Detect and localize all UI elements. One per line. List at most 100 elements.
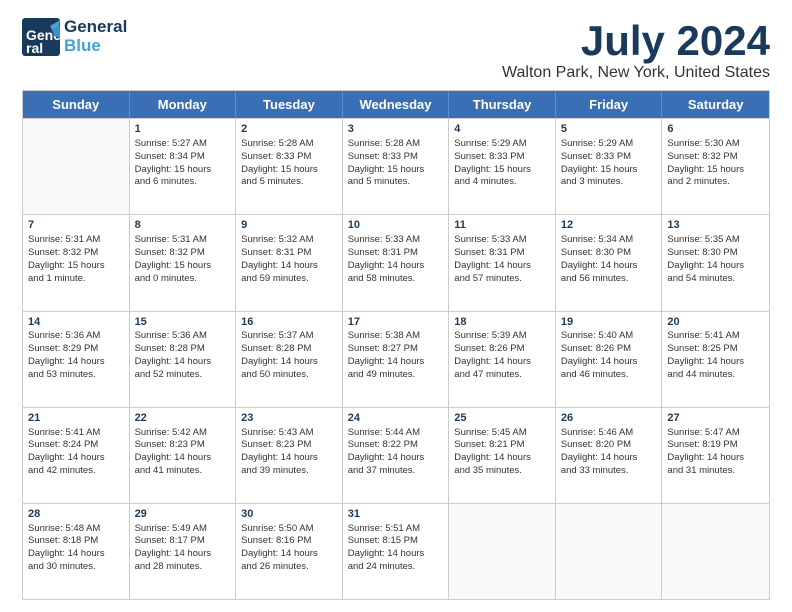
day-number: 23 <box>241 411 337 426</box>
day-cell-30: 30Sunrise: 5:50 AMSunset: 8:16 PMDayligh… <box>236 504 343 599</box>
day-info: Sunrise: 5:43 AM <box>241 427 337 440</box>
empty-cell <box>556 504 663 599</box>
day-cell-19: 19Sunrise: 5:40 AMSunset: 8:26 PMDayligh… <box>556 312 663 407</box>
day-info: Sunset: 8:30 PM <box>667 247 764 260</box>
day-info: Sunset: 8:29 PM <box>28 343 124 356</box>
day-number: 30 <box>241 507 337 522</box>
day-cell-29: 29Sunrise: 5:49 AMSunset: 8:17 PMDayligh… <box>130 504 237 599</box>
day-number: 6 <box>667 122 764 137</box>
day-number: 11 <box>454 218 550 233</box>
header-day-monday: Monday <box>130 91 237 118</box>
day-info: Sunrise: 5:44 AM <box>348 427 444 440</box>
day-info: Sunset: 8:31 PM <box>241 247 337 260</box>
day-info: and 5 minutes. <box>348 176 444 189</box>
day-info: Daylight: 14 hours <box>561 260 657 273</box>
day-info: Sunset: 8:32 PM <box>135 247 231 260</box>
day-number: 16 <box>241 315 337 330</box>
header: Gene ral General Blue July 2024 Walton P… <box>22 18 770 82</box>
day-info: Sunrise: 5:27 AM <box>135 138 231 151</box>
calendar-week-3: 14Sunrise: 5:36 AMSunset: 8:29 PMDayligh… <box>23 311 769 407</box>
day-info: Sunrise: 5:35 AM <box>667 234 764 247</box>
day-info: and 37 minutes. <box>348 465 444 478</box>
day-cell-27: 27Sunrise: 5:47 AMSunset: 8:19 PMDayligh… <box>662 408 769 503</box>
day-info: and 50 minutes. <box>241 369 337 382</box>
day-info: and 30 minutes. <box>28 561 124 574</box>
day-cell-13: 13Sunrise: 5:35 AMSunset: 8:30 PMDayligh… <box>662 215 769 310</box>
day-cell-18: 18Sunrise: 5:39 AMSunset: 8:26 PMDayligh… <box>449 312 556 407</box>
day-info: Daylight: 14 hours <box>241 356 337 369</box>
day-info: Sunset: 8:27 PM <box>348 343 444 356</box>
day-info: and 39 minutes. <box>241 465 337 478</box>
day-info: and 33 minutes. <box>561 465 657 478</box>
day-info: Sunset: 8:30 PM <box>561 247 657 260</box>
day-info: Daylight: 14 hours <box>348 548 444 561</box>
day-cell-31: 31Sunrise: 5:51 AMSunset: 8:15 PMDayligh… <box>343 504 450 599</box>
day-info: and 56 minutes. <box>561 273 657 286</box>
day-info: Daylight: 14 hours <box>135 356 231 369</box>
day-info: and 52 minutes. <box>135 369 231 382</box>
day-info: Sunrise: 5:33 AM <box>348 234 444 247</box>
day-cell-25: 25Sunrise: 5:45 AMSunset: 8:21 PMDayligh… <box>449 408 556 503</box>
day-info: and 53 minutes. <box>28 369 124 382</box>
day-cell-6: 6Sunrise: 5:30 AMSunset: 8:32 PMDaylight… <box>662 119 769 214</box>
empty-cell <box>662 504 769 599</box>
day-info: and 44 minutes. <box>667 369 764 382</box>
logo-line2: Blue <box>64 37 127 56</box>
logo-line1: General <box>64 18 127 37</box>
day-info: Sunset: 8:20 PM <box>561 439 657 452</box>
header-day-wednesday: Wednesday <box>343 91 450 118</box>
day-info: Sunrise: 5:36 AM <box>135 330 231 343</box>
page: Gene ral General Blue July 2024 Walton P… <box>0 0 792 612</box>
day-info: Sunrise: 5:36 AM <box>28 330 124 343</box>
day-info: and 46 minutes. <box>561 369 657 382</box>
day-info: Daylight: 14 hours <box>241 548 337 561</box>
day-info: Sunset: 8:33 PM <box>561 151 657 164</box>
day-info: Daylight: 14 hours <box>667 356 764 369</box>
header-day-friday: Friday <box>556 91 663 118</box>
header-day-saturday: Saturday <box>662 91 769 118</box>
day-info: Daylight: 14 hours <box>28 356 124 369</box>
day-info: Daylight: 15 hours <box>28 260 124 273</box>
day-info: and 54 minutes. <box>667 273 764 286</box>
day-number: 9 <box>241 218 337 233</box>
day-number: 21 <box>28 411 124 426</box>
day-info: and 24 minutes. <box>348 561 444 574</box>
day-info: Daylight: 14 hours <box>135 548 231 561</box>
day-info: and 0 minutes. <box>135 273 231 286</box>
day-cell-8: 8Sunrise: 5:31 AMSunset: 8:32 PMDaylight… <box>130 215 237 310</box>
header-day-sunday: Sunday <box>23 91 130 118</box>
calendar: SundayMondayTuesdayWednesdayThursdayFrid… <box>22 90 770 600</box>
day-info: Daylight: 15 hours <box>561 164 657 177</box>
day-info: Sunset: 8:34 PM <box>135 151 231 164</box>
day-info: Sunrise: 5:31 AM <box>28 234 124 247</box>
day-info: Sunrise: 5:33 AM <box>454 234 550 247</box>
day-info: Sunset: 8:33 PM <box>454 151 550 164</box>
day-info: Sunset: 8:24 PM <box>28 439 124 452</box>
day-cell-4: 4Sunrise: 5:29 AMSunset: 8:33 PMDaylight… <box>449 119 556 214</box>
day-number: 10 <box>348 218 444 233</box>
day-number: 27 <box>667 411 764 426</box>
day-info: and 42 minutes. <box>28 465 124 478</box>
day-info: Daylight: 14 hours <box>454 452 550 465</box>
day-cell-26: 26Sunrise: 5:46 AMSunset: 8:20 PMDayligh… <box>556 408 663 503</box>
day-info: Sunset: 8:18 PM <box>28 535 124 548</box>
day-info: Sunset: 8:26 PM <box>561 343 657 356</box>
day-number: 1 <box>135 122 231 137</box>
day-info: Sunrise: 5:46 AM <box>561 427 657 440</box>
day-info: Sunrise: 5:48 AM <box>28 523 124 536</box>
day-cell-12: 12Sunrise: 5:34 AMSunset: 8:30 PMDayligh… <box>556 215 663 310</box>
day-info: Sunrise: 5:47 AM <box>667 427 764 440</box>
day-number: 8 <box>135 218 231 233</box>
day-info: Daylight: 14 hours <box>28 452 124 465</box>
day-info: Sunset: 8:33 PM <box>241 151 337 164</box>
day-number: 19 <box>561 315 657 330</box>
calendar-body: 1Sunrise: 5:27 AMSunset: 8:34 PM Daylight… <box>23 118 769 599</box>
title-section: July 2024 Walton Park, New York, United … <box>502 18 770 82</box>
day-number: 22 <box>135 411 231 426</box>
day-info: and 3 minutes. <box>561 176 657 189</box>
day-info: Daylight: 14 hours <box>135 452 231 465</box>
day-info: and 26 minutes. <box>241 561 337 574</box>
day-cell-1: 1Sunrise: 5:27 AMSunset: 8:34 PMDaylight… <box>130 119 237 214</box>
day-cell-16: 16Sunrise: 5:37 AMSunset: 8:28 PMDayligh… <box>236 312 343 407</box>
day-number: 3 <box>348 122 444 137</box>
